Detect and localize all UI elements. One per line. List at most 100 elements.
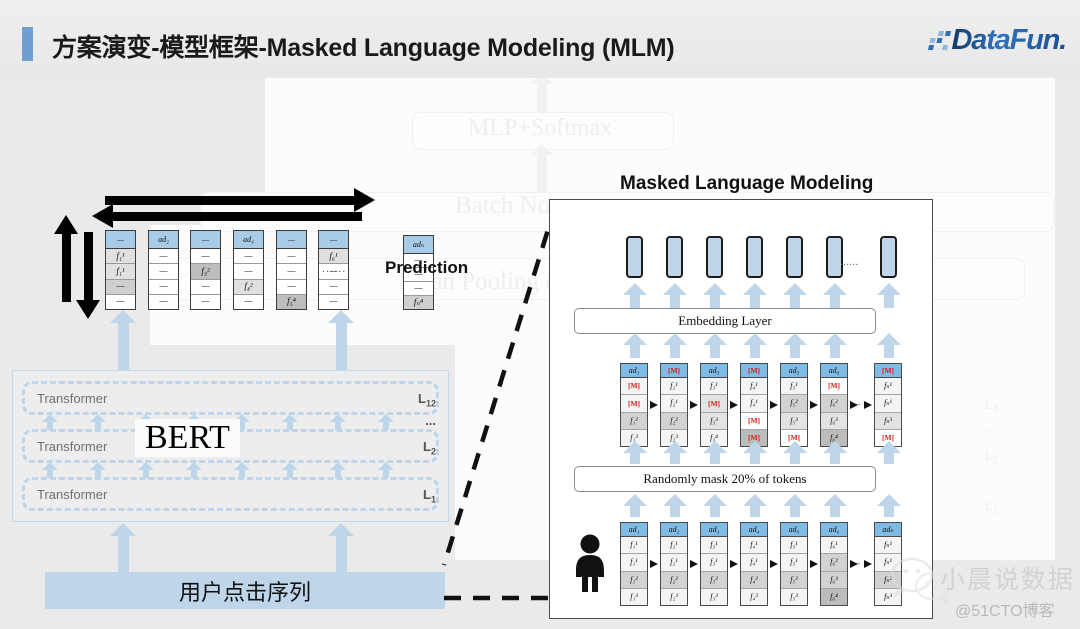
ghost-label-mlp: MLP+Softmax xyxy=(468,115,613,141)
sequence-arrow xyxy=(770,401,778,409)
mlm-flow-arrow xyxy=(663,441,687,464)
token-header: ad₅ xyxy=(781,523,807,537)
prediction-token-column: — — — — f₅⁴ xyxy=(276,230,307,310)
token-cell: f₁¹ xyxy=(106,264,135,280)
sequence-arrow xyxy=(690,560,698,568)
token-header: ad₄ xyxy=(741,523,767,537)
token-header: ad₂ xyxy=(149,231,178,249)
mlm-panel-title: Masked Language Modeling xyxy=(620,173,874,194)
token-cell: f₆² xyxy=(821,395,847,413)
token-cell: f₁¹ xyxy=(106,249,135,265)
transformer-flow-arrow xyxy=(138,462,154,478)
token-cell: fₙ⁴ xyxy=(404,296,433,309)
input-token-column: ad₄ f₄¹ f₄¹ f₄² f₄³ xyxy=(740,522,768,606)
token-cell: — xyxy=(191,294,220,309)
bert-diagram: — f₁¹ f₁¹ — — ad₂ — — — — — — f₃² — — ad₄ — — f₄² — — — — — f₅⁴ —… xyxy=(0,180,470,629)
prediction-token-column: ad₂ — — — — xyxy=(148,230,179,310)
token-header: ad₁ xyxy=(621,364,647,378)
ghost-layer-label-0: L4 xyxy=(985,397,999,416)
input-to-bert-arrow-left xyxy=(110,523,136,573)
token-cell: f₆⁴ xyxy=(821,588,847,605)
token-cell: — xyxy=(149,279,178,295)
token-cell: fₙ³ xyxy=(875,412,901,430)
ghost-layer-label-2: L2 xyxy=(985,448,999,467)
mlm-flow-arrow xyxy=(703,441,727,464)
slide-canvas: MLP+Softmax Batch Norm Mean Pooling & L4… xyxy=(0,0,1080,629)
prediction-token-column: — — f₃² — — xyxy=(190,230,221,310)
transformer-flow-arrow xyxy=(234,462,250,478)
mlm-output-box xyxy=(746,236,763,278)
sequence-arrow xyxy=(810,401,818,409)
mlm-output-box xyxy=(706,236,723,278)
token-cell: f₅³ xyxy=(781,588,807,605)
transformer-flow-arrow xyxy=(330,462,346,478)
token-cell: f₁¹ xyxy=(621,537,647,555)
watermark-wechat-name: 小晨说数据 xyxy=(940,566,1076,594)
ghost-layer-label-3: L1 xyxy=(985,498,999,517)
token-cell: — xyxy=(234,294,263,309)
token-cell: — xyxy=(149,249,178,265)
logo-text: DataFun. xyxy=(951,23,1068,56)
mlm-flow-arrow xyxy=(743,283,767,308)
token-cell: [M] xyxy=(821,378,847,396)
masked-token-column: [M] f₂¹ f₂¹ f₂² f₂³ xyxy=(660,363,688,447)
token-cell: f₅¹ xyxy=(781,554,807,572)
token-cell: f₅² xyxy=(781,395,807,413)
bert-block: Transformer L12 ... Transformer L2 Trans… xyxy=(12,370,449,522)
token-cell: f₄² xyxy=(234,279,263,295)
vertical-arrow-up xyxy=(54,215,78,302)
mlm-flow-arrow xyxy=(623,494,647,517)
token-cell: — xyxy=(106,279,135,295)
prediction-token-column: ad₄ — — f₄² — xyxy=(233,230,264,310)
token-cell: fₙ¹ xyxy=(875,537,901,555)
token-cell: f₆¹ xyxy=(821,537,847,555)
vertical-arrow-down xyxy=(76,232,100,319)
token-cell: — xyxy=(277,249,306,265)
mlm-flow-arrow xyxy=(823,283,847,308)
sequence-arrow xyxy=(650,401,658,409)
watermark-site: @51CTO博客 xyxy=(955,603,1055,620)
slide-header: 方案演变-模型框架-Masked Language Modeling (MLM)… xyxy=(0,0,1080,78)
ghost-layer-label-1: ... xyxy=(986,420,997,435)
transformer-flow-arrow xyxy=(330,414,346,430)
mlm-flow-arrow xyxy=(623,333,647,358)
mlm-flow-arrow xyxy=(877,333,901,358)
sequence-arrow xyxy=(850,560,858,568)
masked-token-column: ad₁ [M] [M] f₁² f₁³ xyxy=(620,363,648,447)
token-cell: f₄¹ xyxy=(741,378,767,396)
transformer-flow-arrow xyxy=(42,462,58,478)
token-header: [M] xyxy=(875,364,901,378)
token-header: ad₃ xyxy=(701,364,727,378)
mlm-flow-arrow xyxy=(743,441,767,464)
sequence-arrow xyxy=(690,401,698,409)
transformer-flow-arrow xyxy=(378,462,394,478)
input-token-column: ad₅ f₅¹ f₅¹ f₅² f₅³ xyxy=(780,522,808,606)
token-cell: f₁³ xyxy=(621,588,647,605)
token-cell: — xyxy=(277,264,306,280)
masked-token-column: [M] fₙ¹ fₙ¹ fₙ³ [M] xyxy=(874,363,902,447)
mlm-output-box xyxy=(880,236,897,278)
token-cell: f₄¹ xyxy=(741,537,767,555)
token-cell: f₁² xyxy=(621,571,647,589)
mask-rule-box: Randomly mask 20% of tokens xyxy=(574,466,876,492)
token-cell: f₃¹ xyxy=(701,554,727,572)
token-header: ad₃ xyxy=(701,523,727,537)
transformer-flow-arrow xyxy=(90,462,106,478)
transformer-flow-arrow xyxy=(234,414,250,430)
token-header: ad₁ xyxy=(621,523,647,537)
token-header: [M] xyxy=(741,364,767,378)
prediction-row-ellipsis: ...... xyxy=(322,263,347,275)
token-cell: f₃³ xyxy=(701,588,727,605)
mlm-flow-arrow xyxy=(823,441,847,464)
sequence-arrow xyxy=(864,401,872,409)
token-cell: — xyxy=(149,294,178,309)
token-cell: — xyxy=(277,279,306,295)
token-header: ad₂ xyxy=(661,523,687,537)
input-token-column: ad₁ f₁¹ f₁¹ f₁² f₁³ xyxy=(620,522,648,606)
mlm-flow-arrow xyxy=(703,333,727,358)
transformer-label-0: Transformer xyxy=(37,390,108,406)
token-cell: f₄² xyxy=(741,571,767,589)
token-header: ad₆ xyxy=(821,364,847,378)
transformer-label-2: Transformer xyxy=(37,486,108,502)
token-header: — xyxy=(319,231,348,249)
